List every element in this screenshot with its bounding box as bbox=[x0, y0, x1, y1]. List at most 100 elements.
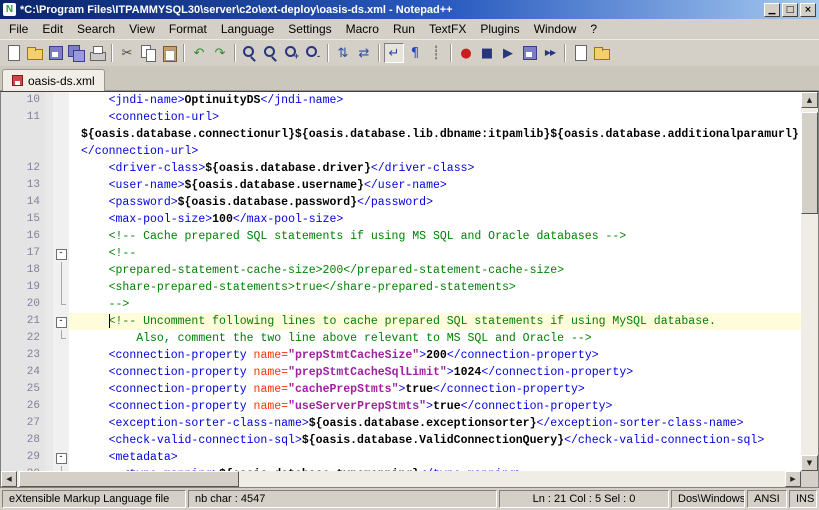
cut-button[interactable]: ✂ bbox=[117, 43, 137, 63]
menu-help[interactable]: ? bbox=[583, 20, 604, 38]
zoom-in-button[interactable] bbox=[282, 43, 302, 63]
zoom-out-button[interactable] bbox=[303, 43, 323, 63]
paste-button[interactable] bbox=[159, 43, 179, 63]
menu-plugins[interactable]: Plugins bbox=[473, 20, 526, 38]
code-line[interactable]: <share-prepared-statements>true</share-p… bbox=[69, 279, 801, 296]
show-all-characters-button[interactable]: ¶ bbox=[405, 43, 425, 63]
window-title: *C:\Program Files\ITPAMMYSQL30\server\c2… bbox=[20, 4, 760, 16]
fold-toggle-icon[interactable] bbox=[53, 449, 69, 466]
open-file-button[interactable] bbox=[24, 43, 44, 63]
status-doc-type: eXtensible Markup Language file bbox=[2, 490, 186, 508]
save-button[interactable] bbox=[45, 43, 65, 63]
code-line[interactable]: <connection-property name="prepStmtCache… bbox=[69, 347, 801, 364]
find-button[interactable] bbox=[240, 43, 260, 63]
replace-button[interactable] bbox=[261, 43, 281, 63]
tab-oasis-ds-xml[interactable]: oasis-ds.xml bbox=[2, 69, 105, 91]
toolbar-separator bbox=[564, 44, 566, 62]
editor-row: 25 <connection-property name="cachePrepS… bbox=[1, 381, 801, 398]
run-macro-multiple-times-button[interactable]: ▶▶ bbox=[540, 43, 560, 63]
code-line[interactable]: <connection-property name="cachePrepStmt… bbox=[69, 381, 801, 398]
editor-row: 29 <metadata> bbox=[1, 449, 801, 466]
code-line[interactable]: <max-pool-size>100</max-pool-size> bbox=[69, 211, 801, 228]
code-line[interactable]: Also, comment the two line above relevan… bbox=[69, 330, 801, 347]
menu-run[interactable]: Run bbox=[386, 20, 422, 38]
menu-file[interactable]: File bbox=[2, 20, 35, 38]
fold-margin bbox=[53, 177, 69, 194]
close-button[interactable]: × bbox=[800, 3, 816, 17]
code-line[interactable]: <driver-class>${oasis.database.driver}</… bbox=[69, 160, 801, 177]
horizontal-scroll-track[interactable] bbox=[17, 471, 785, 487]
code-line[interactable]: <metadata> bbox=[69, 449, 801, 466]
scroll-up-button[interactable]: ▲ bbox=[801, 92, 818, 108]
code-line[interactable]: <password>${oasis.database.password}</pa… bbox=[69, 194, 801, 211]
menu-format[interactable]: Format bbox=[162, 20, 214, 38]
line-number bbox=[1, 143, 45, 160]
save-macro-button[interactable] bbox=[519, 43, 539, 63]
undo-button[interactable]: ↶ bbox=[189, 43, 209, 63]
plugin-button-2[interactable] bbox=[591, 43, 611, 63]
menu-search[interactable]: Search bbox=[70, 20, 122, 38]
scroll-left-button[interactable]: ◀ bbox=[1, 471, 17, 487]
menu-view[interactable]: View bbox=[122, 20, 162, 38]
fold-margin bbox=[53, 211, 69, 228]
fold-toggle-icon[interactable] bbox=[53, 313, 69, 330]
fold-margin bbox=[53, 330, 69, 347]
horizontal-scroll-thumb[interactable] bbox=[19, 471, 239, 487]
vertical-scroll-track[interactable] bbox=[801, 108, 818, 455]
code-line[interactable]: <connection-property name="prepStmtCache… bbox=[69, 364, 801, 381]
plugin-button-1[interactable] bbox=[570, 43, 590, 63]
status-insert-mode: INS bbox=[789, 490, 817, 508]
code-line[interactable]: <!-- Cache prepared SQL statements if us… bbox=[69, 228, 801, 245]
toolbar-separator bbox=[183, 44, 185, 62]
show-indent-guide-button[interactable]: ┊ bbox=[426, 43, 446, 63]
line-number: 23 bbox=[1, 347, 45, 364]
editor-row: 17 <!-- bbox=[1, 245, 801, 262]
text-caret bbox=[109, 314, 110, 328]
code-line[interactable]: <exception-sorter-class-name>${oasis.dat… bbox=[69, 415, 801, 432]
print-button[interactable] bbox=[87, 43, 107, 63]
record-macro-button[interactable]: ● bbox=[456, 43, 476, 63]
vertical-scroll-thumb[interactable] bbox=[801, 112, 818, 214]
code-line[interactable]: ${oasis.database.connectionurl}${oasis.d… bbox=[69, 126, 801, 143]
code-line[interactable]: <!-- bbox=[69, 245, 801, 262]
scroll-down-button[interactable]: ▼ bbox=[801, 455, 818, 471]
menu-edit[interactable]: Edit bbox=[35, 20, 70, 38]
code-line[interactable]: <prepared-statement-cache-size>200</prep… bbox=[69, 262, 801, 279]
sync-horizontal-scroll-button[interactable]: ⇄ bbox=[354, 43, 374, 63]
minimize-button[interactable]: ▁ bbox=[764, 3, 780, 17]
vertical-scrollbar[interactable]: ▲ ▼ bbox=[801, 92, 818, 487]
status-encoding: ANSI bbox=[747, 490, 787, 508]
code-line[interactable]: <check-valid-connection-sql>${oasis.data… bbox=[69, 432, 801, 449]
editor-row: 14 <password>${oasis.database.password}<… bbox=[1, 194, 801, 211]
line-number: 25 bbox=[1, 381, 45, 398]
editor-row: 18 <prepared-statement-cache-size>200</p… bbox=[1, 262, 801, 279]
code-line[interactable]: --> bbox=[69, 296, 801, 313]
menu-macro[interactable]: Macro bbox=[339, 20, 386, 38]
code-line[interactable]: <!-- Uncomment following lines to cache … bbox=[69, 313, 801, 330]
sync-vertical-scroll-button[interactable]: ⇅ bbox=[333, 43, 353, 63]
fold-toggle-icon[interactable] bbox=[53, 245, 69, 262]
menu-language[interactable]: Language bbox=[214, 20, 281, 38]
menu-textfx[interactable]: TextFX bbox=[422, 20, 473, 38]
editor-row: </connection-url> bbox=[1, 143, 801, 160]
fold-margin bbox=[53, 398, 69, 415]
word-wrap-button[interactable]: ↵ bbox=[384, 43, 404, 63]
maximize-button[interactable]: □ bbox=[782, 3, 798, 17]
save-all-button[interactable] bbox=[66, 43, 86, 63]
code-line[interactable]: <connection-url> bbox=[69, 109, 801, 126]
stop-recording-button[interactable]: ■ bbox=[477, 43, 497, 63]
code-line[interactable]: <jndi-name>OptinuityDS</jndi-name> bbox=[69, 92, 801, 109]
editor-row: 26 <connection-property name="useServerP… bbox=[1, 398, 801, 415]
menu-window[interactable]: Window bbox=[527, 20, 584, 38]
playback-macro-button[interactable]: ▶ bbox=[498, 43, 518, 63]
redo-button[interactable]: ↷ bbox=[210, 43, 230, 63]
menu-settings[interactable]: Settings bbox=[281, 20, 338, 38]
code-line[interactable]: </connection-url> bbox=[69, 143, 801, 160]
code-area[interactable]: 10 <jndi-name>OptinuityDS</jndi-name>11 … bbox=[1, 92, 801, 471]
scroll-right-button[interactable]: ▶ bbox=[785, 471, 801, 487]
horizontal-scrollbar[interactable]: ◀ ▶ bbox=[1, 471, 801, 487]
new-file-button[interactable] bbox=[3, 43, 23, 63]
code-line[interactable]: <user-name>${oasis.database.username}</u… bbox=[69, 177, 801, 194]
code-line[interactable]: <connection-property name="useServerPrep… bbox=[69, 398, 801, 415]
copy-button[interactable] bbox=[138, 43, 158, 63]
